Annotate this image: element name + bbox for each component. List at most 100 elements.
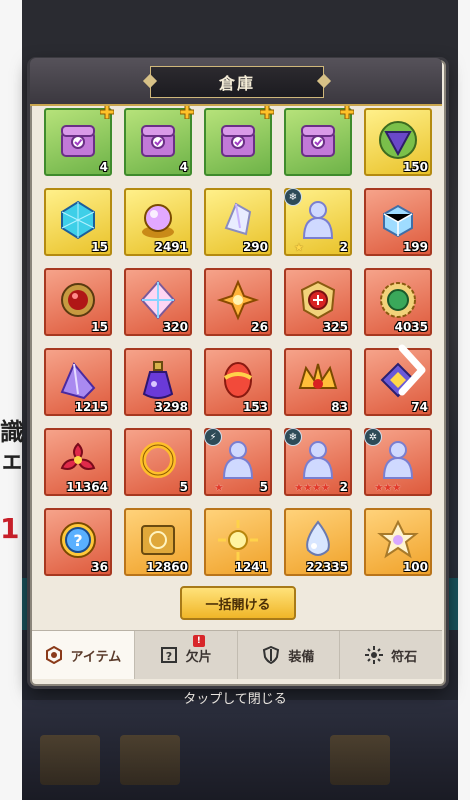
item-count: 26	[251, 320, 268, 334]
item-count: 100	[402, 560, 428, 574]
item-count: 22335	[306, 560, 348, 574]
star-rating: ★★★★	[294, 481, 330, 494]
background-right-strip	[458, 0, 470, 800]
purple-crystal-icon	[56, 358, 100, 402]
treasure-chest-icon	[56, 118, 100, 162]
inventory-item[interactable]: 11364	[44, 428, 112, 496]
hero-figure-icon	[216, 438, 260, 482]
tab-items[interactable]: アイテム	[32, 631, 135, 679]
inventory-item[interactable]: ❄ ★ 2	[284, 188, 352, 256]
background-bottom-button	[120, 735, 180, 785]
item-count: 4	[179, 160, 188, 174]
treasure-chest-icon	[136, 118, 180, 162]
svg-text:?: ?	[73, 531, 82, 550]
shard-question-icon: ?	[160, 646, 178, 664]
star-rating: ★	[214, 481, 224, 494]
svg-text:?: ?	[165, 650, 171, 663]
inventory-item[interactable]: 4035	[364, 268, 432, 336]
upgrade-plus-icon	[259, 106, 275, 120]
water-drop-icon	[296, 518, 340, 562]
ice-cube-icon	[376, 198, 420, 242]
inventory-item[interactable]: ❄ ★★★★ 2	[284, 428, 352, 496]
inventory-item[interactable]: 4	[124, 106, 195, 176]
upgrade-plus-icon	[339, 106, 355, 120]
category-tabs: アイテム ? 欠片 ! 装備 符石	[32, 630, 442, 679]
inventory-item[interactable]: 153	[204, 348, 272, 416]
item-count: 1215	[74, 400, 108, 414]
background-bottom-button	[40, 735, 100, 785]
tab-label: 装備	[288, 649, 315, 665]
item-grid: 4 4 150 15 2491 290 ❄ ★ 2 199 15 320 26 325 4035 1215 32…	[40, 106, 436, 586]
item-count: 74	[411, 400, 428, 414]
inventory-item[interactable]: 199	[364, 188, 432, 256]
inventory-item[interactable]: 26	[204, 268, 272, 336]
shield-icon	[262, 646, 280, 664]
inventory-item[interactable]: 12860	[124, 508, 192, 576]
inventory-item[interactable]: 5	[124, 428, 192, 496]
item-count: 3298	[154, 400, 188, 414]
tab-runes[interactable]: 符石	[340, 631, 442, 679]
rainbow-diamond-icon	[136, 278, 180, 322]
inventory-item[interactable]: ⚡ ★ 5	[204, 428, 272, 496]
inventory-item[interactable]: 2491	[124, 188, 192, 256]
crown-emblem-icon	[296, 358, 340, 402]
inventory-item[interactable]: 15	[44, 268, 112, 336]
red-orb-icon	[56, 278, 100, 322]
item-count: 199	[402, 240, 428, 254]
inventory-item[interactable]: 320	[124, 268, 192, 336]
treasure-chest-icon	[216, 118, 260, 162]
hero-figure-icon	[296, 438, 340, 482]
item-count: 2	[339, 480, 348, 494]
tab-shards[interactable]: ? 欠片 !	[135, 631, 238, 679]
element-badge-icon: ✲	[364, 428, 382, 446]
item-count: 83	[331, 400, 348, 414]
item-count: 15	[91, 320, 108, 334]
inventory-item[interactable]: 150	[364, 108, 432, 176]
inventory-item[interactable]: 1215	[44, 348, 112, 416]
next-page-arrow-icon[interactable]	[392, 340, 432, 400]
item-count: 2	[339, 240, 348, 254]
open-all-button[interactable]: 一括開ける	[180, 586, 296, 620]
upgrade-plus-icon	[99, 106, 115, 120]
inventory-item[interactable]: ✲ ★★★	[364, 428, 432, 496]
golden-egg-icon	[216, 358, 260, 402]
background-top	[22, 0, 458, 60]
element-badge-icon: ❄	[284, 188, 302, 206]
inventory-item[interactable]: ? 36	[44, 508, 112, 576]
notification-badge: !	[192, 635, 205, 647]
inventory-item[interactable]: 1241	[204, 508, 272, 576]
tab-label: 欠片	[185, 649, 212, 665]
golden-ring-icon	[136, 438, 180, 482]
green-gear-medal-icon	[376, 278, 420, 322]
background-red-text: 1	[0, 512, 20, 545]
item-count: 11364	[66, 480, 108, 494]
hero-figure-icon	[296, 198, 340, 242]
inventory-item[interactable]: 83	[284, 348, 352, 416]
title-plate: 倉庫	[150, 66, 324, 98]
upgrade-plus-icon	[179, 106, 195, 120]
tab-equipment[interactable]: 装備	[238, 631, 341, 679]
item-count: 5	[259, 480, 268, 494]
inventory-item[interactable]: 325	[284, 268, 352, 336]
item-count: 36	[91, 560, 108, 574]
close-hint[interactable]: タップして閉じる	[0, 688, 470, 707]
inventory-item[interactable]: 290	[204, 188, 272, 256]
potion-bottle-icon	[136, 358, 180, 402]
triangle-gem-icon	[376, 118, 420, 162]
tab-label: アイテム	[70, 649, 122, 665]
inventory-item[interactable]: 4	[44, 106, 115, 176]
inventory-item[interactable]: 15	[44, 188, 112, 256]
inventory-item[interactable]: 22335	[284, 508, 352, 576]
panel-title: 倉庫	[218, 74, 255, 93]
item-count: 320	[162, 320, 188, 334]
item-count: 4035	[394, 320, 428, 334]
ruby-badge-icon	[296, 278, 340, 322]
inventory-item[interactable]	[284, 106, 355, 176]
inventory-item[interactable]: 100	[364, 508, 432, 576]
inventory-item[interactable]	[204, 106, 275, 176]
item-count: 290	[242, 240, 268, 254]
golden-ticket-icon	[136, 518, 180, 562]
inventory-item[interactable]: 3298	[124, 348, 192, 416]
item-count: 325	[322, 320, 348, 334]
blue-cube-icon	[56, 198, 100, 242]
